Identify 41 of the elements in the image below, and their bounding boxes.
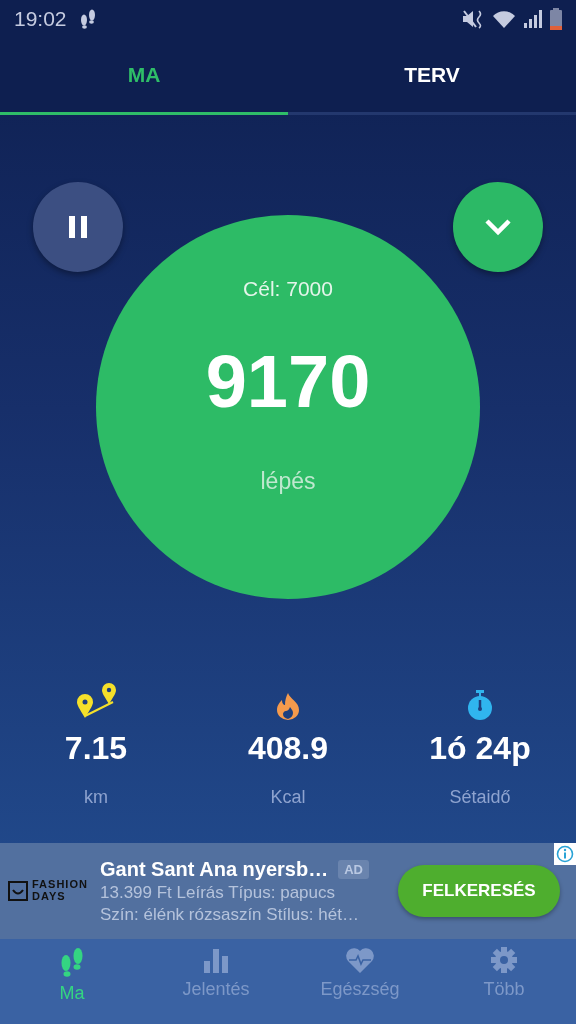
stat-label: Sétaidő	[449, 787, 511, 808]
settings-icon	[491, 947, 517, 973]
smiley-logo-icon	[8, 881, 28, 901]
battery-icon	[550, 8, 562, 30]
wifi-icon	[492, 9, 516, 29]
stat-value: 408.9	[247, 730, 329, 767]
nav-item[interactable]: Ma	[0, 939, 144, 1024]
mute-vibrate-icon	[462, 9, 484, 29]
nav-item[interactable]: Egészség	[288, 939, 432, 1024]
ad-title: Gant Sant Ana nyersb…	[100, 857, 329, 881]
clock-time: 19:02	[14, 7, 67, 31]
chevron-down-icon	[484, 218, 512, 236]
signal-icon	[524, 10, 542, 28]
ad-description: 13.399 Ft Leírás Típus: papucs	[100, 882, 336, 903]
nav-item[interactable]: Jelentés	[144, 939, 288, 1024]
stat-value: 7.15	[64, 730, 128, 767]
footprints-icon	[59, 947, 85, 977]
heart-pulse-icon	[345, 947, 375, 973]
stat-label: km	[84, 787, 108, 808]
tab[interactable]: TERV	[288, 38, 576, 115]
step-count: 9170	[205, 339, 371, 424]
unit-label: lépés	[260, 468, 316, 495]
stat-label: Kcal	[270, 787, 306, 808]
stat-value: 1ó 24p	[429, 730, 531, 767]
pause-icon	[67, 216, 89, 238]
info-icon	[556, 845, 574, 863]
ad-description: Szín: élénk rózsaszín Stílus: hét…	[100, 904, 360, 925]
goal-label: Cél: 7000	[243, 277, 333, 301]
route-pins-icon	[75, 680, 117, 720]
brand-logo-text: FASHION DAYS	[32, 879, 89, 903]
nav-item[interactable]: Több	[432, 939, 576, 1024]
stopwatch-icon	[467, 690, 493, 720]
expand-button[interactable]	[453, 182, 543, 272]
pause-button[interactable]	[33, 182, 123, 272]
ad-badge: AD	[338, 859, 369, 879]
visit-button[interactable]: FELKERESÉS	[398, 865, 560, 917]
footprints-icon	[78, 9, 97, 29]
ad-info-button[interactable]	[554, 843, 576, 865]
bar-chart-icon	[204, 947, 228, 973]
tab[interactable]: MA	[0, 38, 288, 115]
flame-icon	[275, 692, 301, 720]
